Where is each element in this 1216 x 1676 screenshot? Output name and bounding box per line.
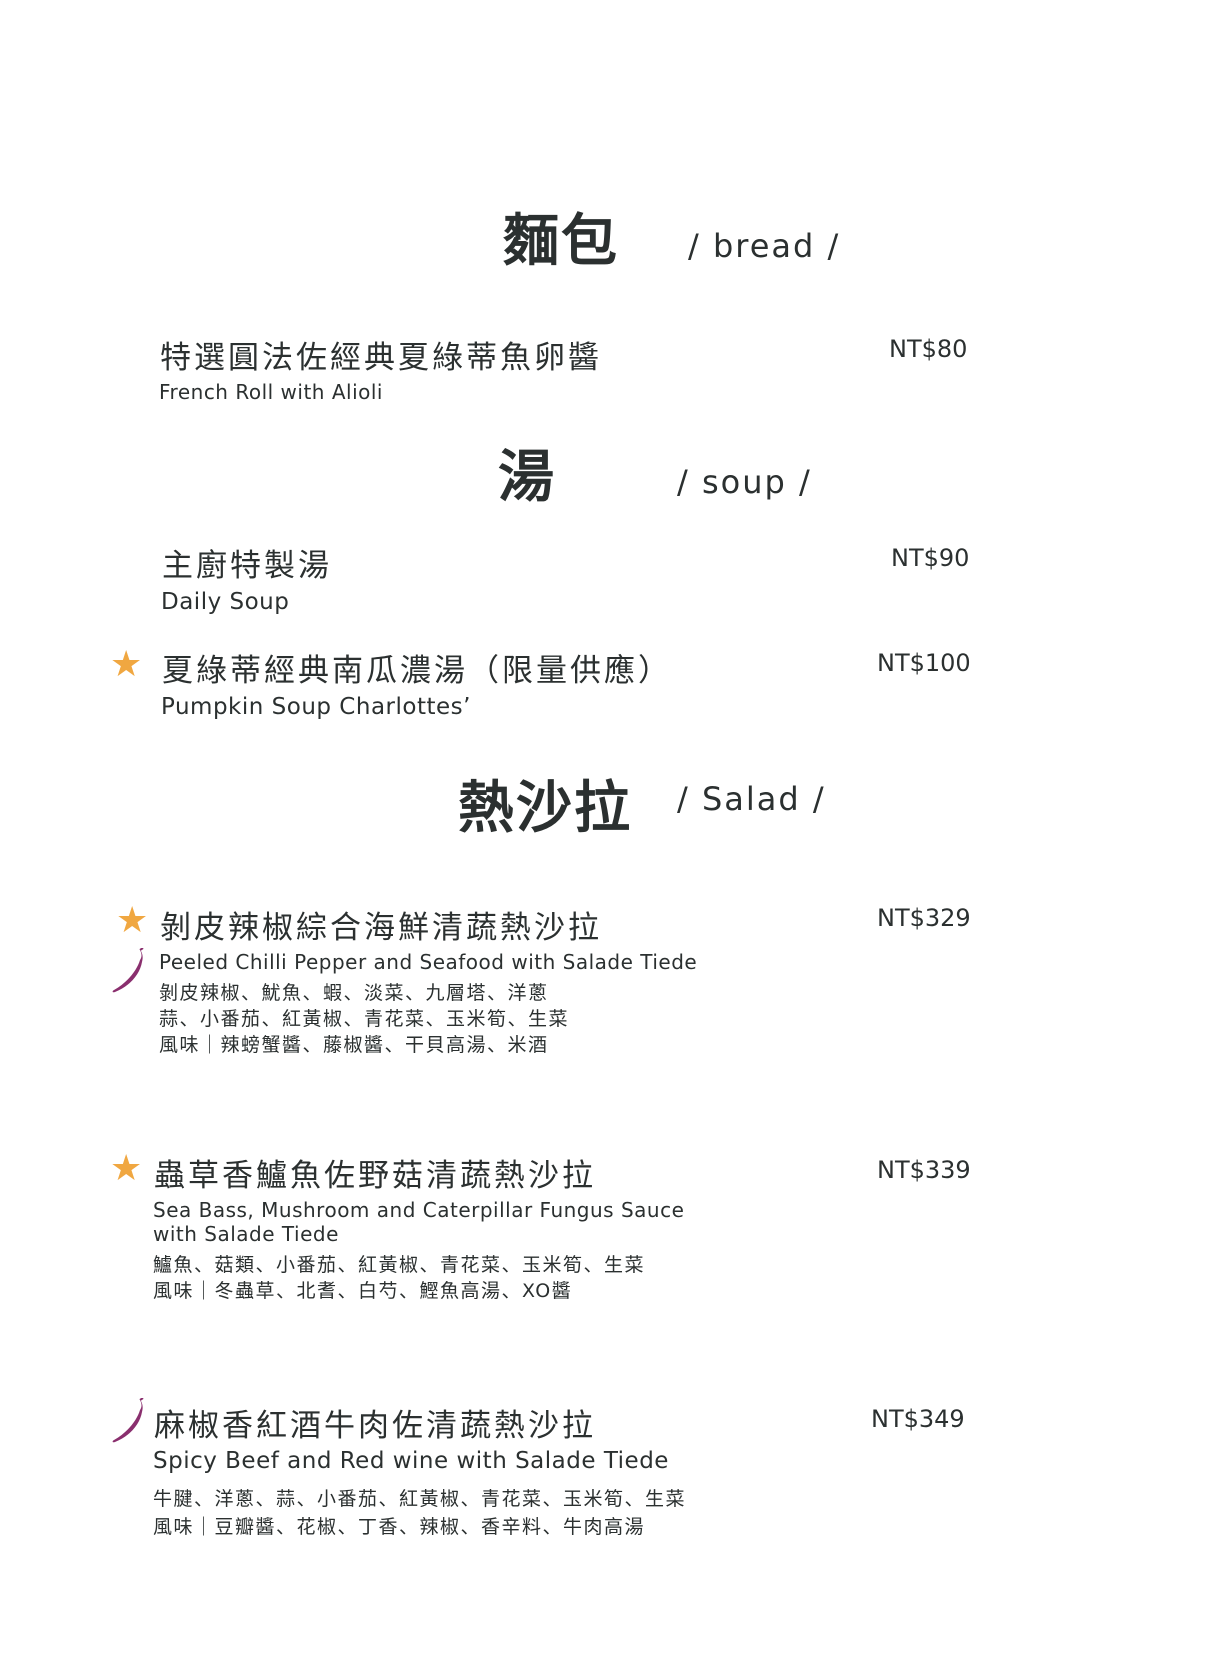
menu-item-name-en: French Roll with Alioli xyxy=(159,380,383,404)
menu-item-name-en: Sea Bass, Mushroom and Caterpillar Fungu… xyxy=(153,1198,685,1222)
ingredients-line: 剝皮辣椒、魷魚、蝦、淡菜、九層塔、洋蔥 xyxy=(159,982,549,1004)
section-title-salad-cn: 熱沙拉 xyxy=(458,775,632,841)
ingredients-line: 鱸魚、菇類、小番茄、紅黃椒、青花菜、玉米筍、生菜 xyxy=(153,1254,646,1276)
menu-item-price: NT$90 xyxy=(891,544,970,572)
menu-item-price: NT$349 xyxy=(871,1405,965,1433)
menu-item-name-en: Daily Soup xyxy=(161,589,290,615)
menu-item-name-en: with Salade Tiede xyxy=(153,1222,339,1246)
menu-item-name-cn: 蟲草香鱸魚佐野菇清蔬熱沙拉 xyxy=(154,1158,596,1194)
section-title-soup-en: / soup / xyxy=(677,463,812,501)
ingredients-line: 牛腱、洋蔥、蒜、小番茄、紅黃椒、青花菜、玉米筍、生菜 xyxy=(153,1488,687,1510)
menu-item-name-cn: 剝皮辣椒綜合海鮮清蔬熱沙拉 xyxy=(160,910,602,946)
menu-item-name-cn: 主廚特製湯 xyxy=(162,548,332,584)
section-title-bread-en: / bread / xyxy=(688,227,841,265)
menu-item-name-en: Peeled Chilli Pepper and Seafood with Sa… xyxy=(159,950,698,974)
section-title-salad-en: / Salad / xyxy=(677,780,826,818)
menu-item-name-en: Pumpkin Soup Charlottes’ xyxy=(161,694,471,720)
menu-item-price: NT$80 xyxy=(889,335,968,363)
menu-item-price: NT$339 xyxy=(877,1156,971,1184)
section-title-bread-cn: 麵包 xyxy=(503,208,619,274)
ingredients-line: 風味｜辣螃蟹醬、藤椒醬、干貝高湯、米酒 xyxy=(159,1034,549,1056)
ingredients-line: 蒜、小番茄、紅黃椒、青花菜、玉米筍、生菜 xyxy=(159,1008,570,1030)
star-icon: ★ xyxy=(116,900,149,941)
menu-item-price: NT$100 xyxy=(877,649,971,677)
menu-item-name-cn: 麻椒香紅酒牛肉佐清蔬熱沙拉 xyxy=(154,1408,596,1444)
menu-item-price: NT$329 xyxy=(877,904,971,932)
chili-pepper-icon xyxy=(112,948,144,993)
section-title-soup-cn: 湯 xyxy=(498,444,556,510)
ingredients-line: 風味｜冬蟲草、北耆、白芍、鰹魚高湯、XO醬 xyxy=(153,1280,573,1302)
star-icon: ★ xyxy=(110,1148,143,1189)
chili-pepper-icon xyxy=(112,1398,144,1443)
menu-item-name-cn: 夏綠蒂經典南瓜濃湯（限量供應） xyxy=(162,653,672,689)
menu-item-name-en: Spicy Beef and Red wine with Salade Tied… xyxy=(153,1448,669,1474)
star-icon: ★ xyxy=(110,644,143,685)
ingredients-line: 風味｜豆瓣醬、花椒、丁香、辣椒、香辛料、牛肉高湯 xyxy=(153,1516,646,1538)
menu-item-name-cn: 特選圓法佐經典夏綠蒂魚卵醬 xyxy=(160,340,602,376)
